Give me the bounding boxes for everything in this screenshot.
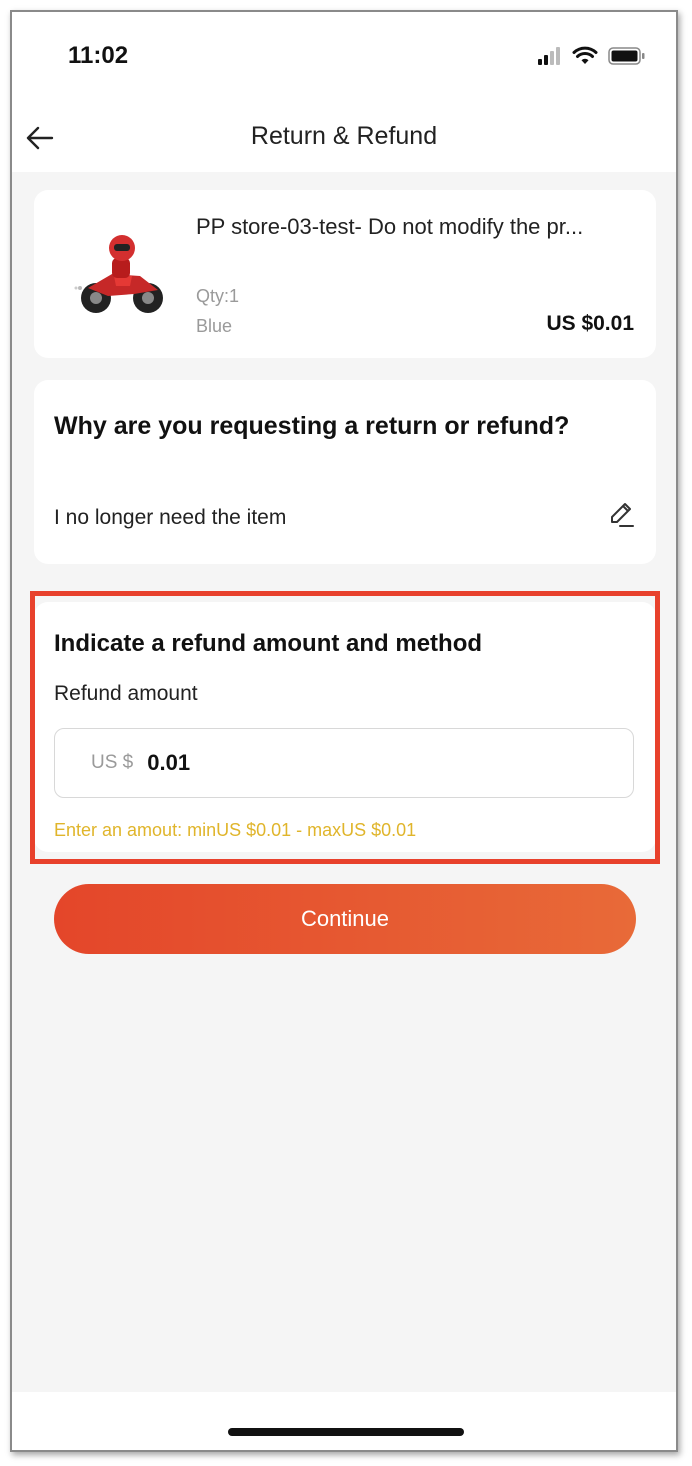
reason-card: Why are you requesting a return or refun…: [34, 380, 656, 564]
product-image: [74, 235, 163, 313]
wifi-icon: [572, 46, 598, 64]
page-title: Return & Refund: [250, 122, 438, 150]
status-icons: [538, 46, 646, 66]
product-card: PP store-03-test- Do not modify the pr..…: [34, 190, 656, 358]
phone-screen: 11:02 Return & Refund PP store-03-test- …: [10, 10, 678, 1452]
edit-pencil-icon[interactable]: [606, 500, 636, 530]
status-bar: 11:02: [12, 12, 676, 102]
reason-heading: Why are you requesting a return or refun…: [54, 412, 570, 440]
product-title[interactable]: PP store-03-test- Do not modify the pr..…: [196, 214, 644, 240]
annotation-highlight-box: [30, 591, 660, 864]
bottom-safe-area: [12, 1392, 676, 1450]
product-quantity: Qty:1: [196, 286, 240, 306]
cellular-signal-icon: [538, 47, 560, 65]
reason-value: I no longer need the item: [54, 506, 287, 529]
product-price: US $0.01: [546, 312, 634, 335]
product-variant: Blue: [196, 316, 233, 336]
home-indicator[interactable]: [228, 1428, 464, 1436]
navigation-bar: Return & Refund: [12, 102, 676, 172]
continue-button[interactable]: Continue: [54, 884, 636, 954]
status-time: 11:02: [68, 42, 129, 69]
battery-icon: [608, 47, 645, 65]
